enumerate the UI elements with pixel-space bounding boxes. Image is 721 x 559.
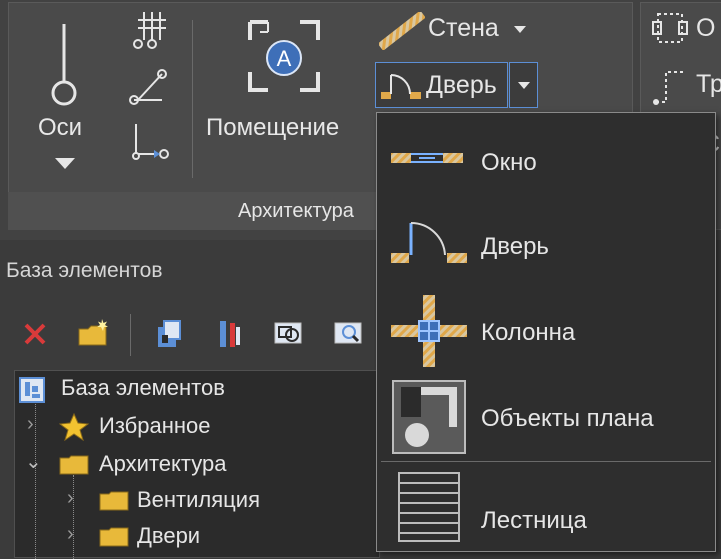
column-icon: [391, 295, 467, 367]
menu-item-label: Лестница: [481, 507, 587, 534]
palette-title: База элементов: [6, 259, 163, 282]
door-button[interactable]: Дверь: [375, 62, 508, 108]
svg-text:A: A: [277, 46, 292, 71]
window-icon: [391, 153, 463, 163]
chevron-down-icon: [55, 158, 75, 169]
tree-label: База элементов: [61, 375, 225, 400]
folder-icon: [99, 527, 129, 547]
right-panel-item1-label[interactable]: О: [696, 14, 715, 43]
chevron-down-icon: [518, 82, 530, 89]
door-label: Дверь: [426, 71, 497, 99]
search-icon[interactable]: [332, 317, 366, 351]
ribbon-separator: [192, 20, 193, 178]
menu-item-label: Окно: [481, 149, 537, 176]
tree-label: Двери: [137, 523, 201, 548]
star-icon: [59, 413, 89, 441]
menu-item-label: Объекты плана: [481, 405, 654, 432]
delete-icon[interactable]: [18, 317, 52, 351]
new-folder-icon[interactable]: [76, 317, 110, 351]
toolbar-separator: [130, 314, 131, 356]
menu-item-stairs[interactable]: Лестница: [377, 465, 715, 549]
wall-icon: [379, 12, 425, 50]
preview-icon[interactable]: [272, 317, 306, 351]
plan-objects-icon: [392, 380, 466, 454]
folder-icon: [99, 491, 129, 511]
menu-item-column[interactable]: Колонна: [377, 289, 715, 373]
axes-button[interactable]: Оси: [20, 10, 110, 188]
wall-label: Стена: [428, 14, 499, 42]
opening-icon[interactable]: [652, 10, 688, 46]
menu-item-label: Колонна: [481, 319, 576, 346]
door-icon: [381, 74, 421, 99]
palette-toolbar: [14, 312, 380, 358]
trace-icon[interactable]: [652, 66, 688, 106]
stairs-icon: [398, 472, 460, 542]
folder-icon: [59, 455, 89, 475]
chevron-right-icon[interactable]: ›: [27, 413, 34, 436]
wall-button[interactable]: Стена: [375, 8, 535, 52]
element-tree: База элементов › Избранное ⌄ Архитектура…: [14, 370, 380, 559]
tree-label: Архитектура: [99, 451, 227, 476]
tree-label: Вентиляция: [137, 487, 260, 512]
grid-axes-icon[interactable]: [128, 10, 172, 50]
room-button[interactable]: A Помещение: [200, 10, 370, 180]
chevron-down-icon[interactable]: ⌄: [25, 449, 42, 474]
tools-icon[interactable]: [212, 317, 246, 351]
axis-icon: [51, 24, 77, 106]
room-label: Помещение: [206, 114, 340, 141]
ribbon-panel-title: Архитектура: [238, 200, 354, 222]
polyline-axis-icon[interactable]: [128, 120, 172, 164]
door-icon: [391, 221, 467, 263]
properties-icon[interactable]: [152, 317, 186, 351]
door-dropdown-menu: Окно Дверь Колонна Объекты плана Лестниц…: [376, 112, 716, 552]
menu-item-window[interactable]: Окно: [377, 119, 715, 199]
database-icon: [19, 377, 45, 403]
right-panel-item2-label[interactable]: Тр: [696, 70, 721, 99]
angled-axis-icon[interactable]: [128, 66, 172, 106]
axes-label: Оси: [38, 114, 83, 141]
chevron-right-icon[interactable]: ›: [67, 487, 74, 510]
menu-item-plan-objects[interactable]: Объекты плана: [377, 375, 715, 459]
chevron-right-icon[interactable]: ›: [67, 523, 74, 546]
tree-label: Избранное: [99, 413, 211, 438]
menu-item-door[interactable]: Дверь: [377, 203, 715, 287]
room-icon: A: [248, 20, 320, 92]
menu-item-label: Дверь: [481, 233, 549, 260]
tree-guide: [35, 399, 37, 559]
door-dropdown-button[interactable]: [509, 62, 538, 108]
chevron-down-icon: [514, 26, 526, 33]
menu-separator: [381, 461, 711, 462]
